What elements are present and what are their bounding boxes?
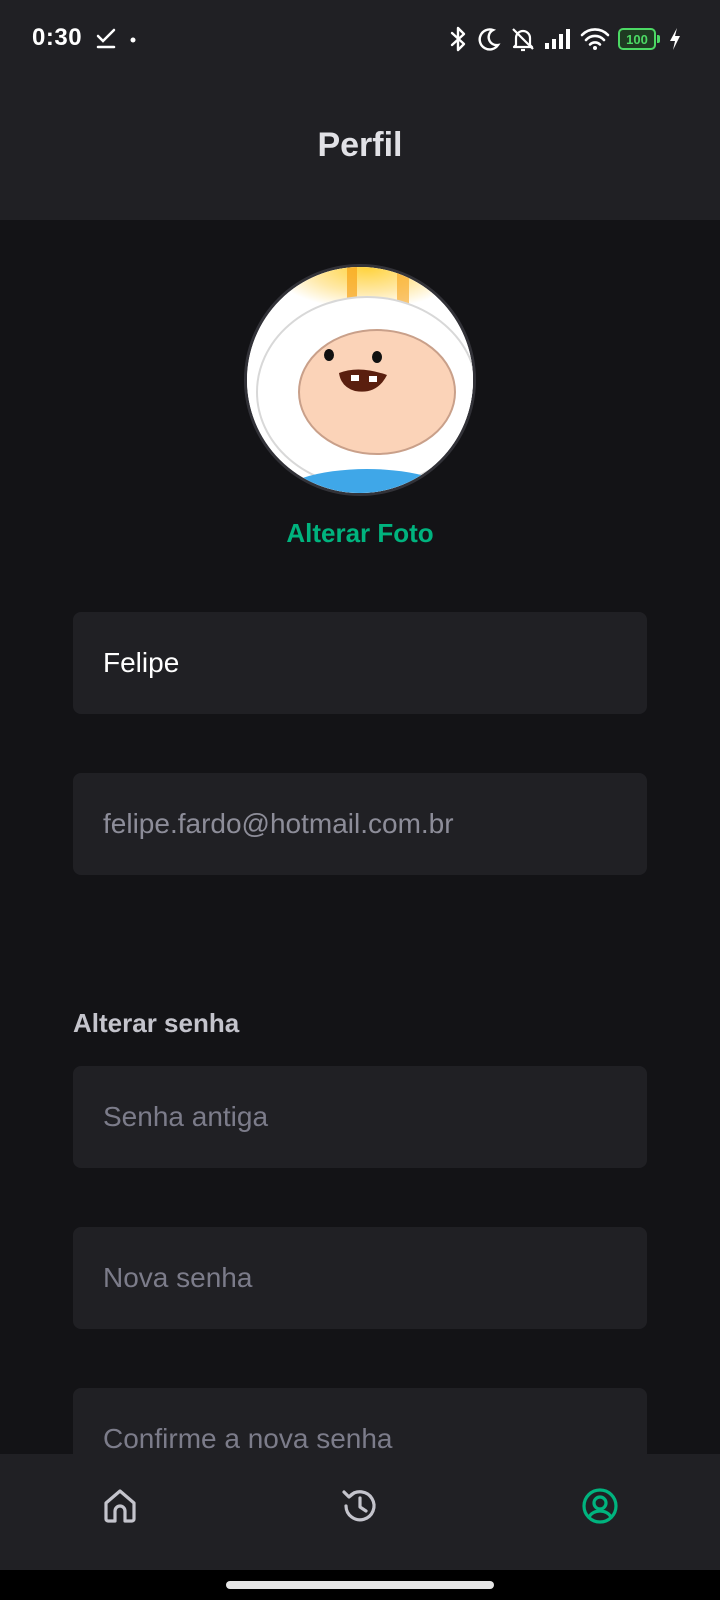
charging-icon [668, 27, 682, 51]
moon-icon [476, 26, 502, 52]
avatar-image [247, 267, 473, 493]
download-done-icon [94, 26, 118, 55]
bluetooth-icon [448, 25, 468, 53]
bottom-navigation [0, 1454, 720, 1570]
avatar[interactable] [244, 264, 476, 496]
nav-history-button[interactable] [338, 1486, 382, 1530]
status-time: 0:30 [32, 24, 83, 51]
battery-level: 100 [618, 28, 656, 50]
change-password-heading: Alterar senha [73, 1008, 240, 1038]
signal-icon [544, 27, 572, 51]
user-circle-icon [580, 1486, 620, 1531]
email-field[interactable] [73, 773, 647, 875]
page-title: Perfil [317, 126, 403, 164]
wifi-icon [580, 27, 610, 51]
history-icon [340, 1486, 380, 1531]
home-icon [100, 1486, 140, 1531]
change-photo-button[interactable]: Alterar Foto [0, 518, 720, 549]
battery-icon: 100 [618, 28, 660, 50]
nav-home-button[interactable] [98, 1486, 142, 1530]
name-field[interactable] [73, 612, 647, 714]
gesture-handle[interactable] [226, 1581, 494, 1589]
bell-off-icon [510, 26, 536, 52]
status-right-icons: 100 [448, 24, 682, 54]
status-left-icons [94, 26, 138, 55]
dot-icon [128, 32, 138, 50]
new-password-field[interactable] [73, 1227, 647, 1329]
old-password-field[interactable] [73, 1066, 647, 1168]
nav-profile-button[interactable] [578, 1486, 622, 1530]
status-bar: 0:30 100 [0, 0, 720, 80]
gesture-bar-area [0, 1570, 720, 1600]
header: Perfil [0, 80, 720, 220]
